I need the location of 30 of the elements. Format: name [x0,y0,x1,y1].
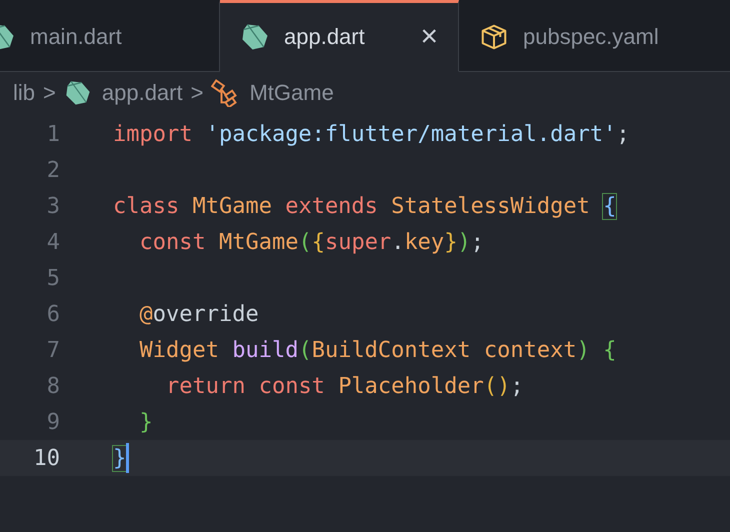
line-number: 5 [46,266,60,290]
line-number: 7 [46,338,60,362]
dart-icon [64,79,92,107]
editor-tab[interactable]: app.dart × [220,0,459,72]
line-number: 1 [46,122,60,146]
code-line: } [138,410,153,434]
code-line: class MtGame extends StatelessWidget { [113,194,616,218]
class-icon [211,79,240,107]
line-number: 3 [46,194,60,218]
chevron-icon: > [190,80,204,106]
editor-tab[interactable]: main.dart [0,0,220,72]
line-number: 2 [46,158,60,182]
code-line: const MtGame({super.key}); [138,230,484,254]
code-line: } [113,446,126,470]
breadcrumb-item[interactable]: MtGame [211,79,334,107]
dart-icon [240,22,270,52]
code-line: Widget build(BuildContext context) { [138,338,616,362]
box-icon [479,22,509,52]
chevron-icon: > [43,80,56,106]
breadcrumb-item[interactable]: app.dart [64,79,183,107]
close-icon[interactable]: × [420,22,438,52]
code-line: return const Placeholder(); [164,374,524,398]
line-number: 9 [46,410,60,434]
code-line: import 'package:flutter/material.dart'; [113,122,630,146]
line-number: 4 [46,230,60,254]
code-line: @override [138,302,259,326]
line-number: 6 [46,302,60,326]
line-number: 10 [32,446,60,470]
breadcrumb-item[interactable]: lib [13,80,36,106]
line-number: 8 [46,374,60,398]
